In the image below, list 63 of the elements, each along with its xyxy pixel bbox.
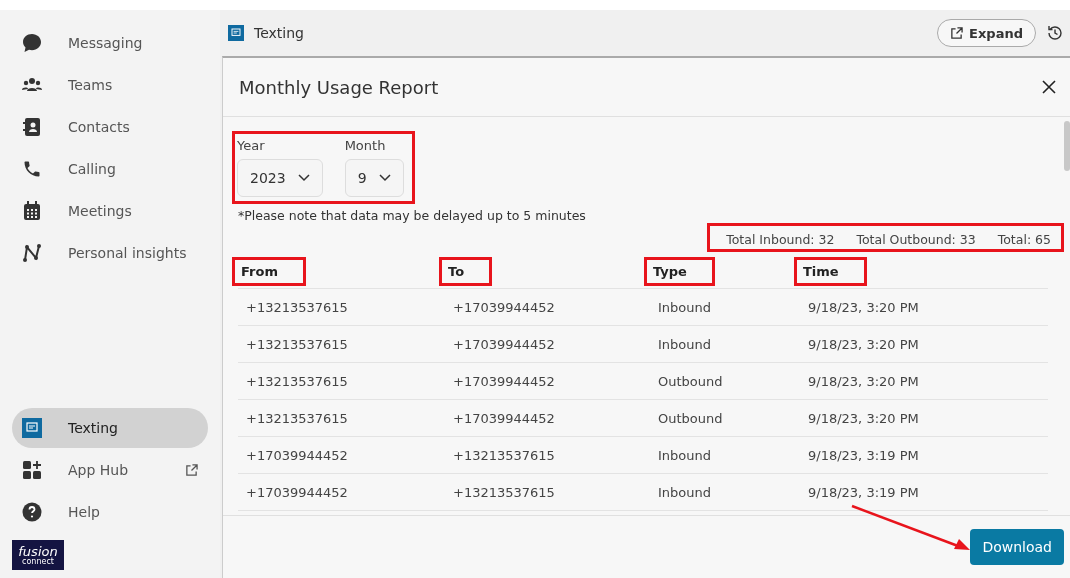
close-icon[interactable] [1042, 80, 1056, 94]
table-cell-text: +17039944452 [453, 410, 556, 426]
total-count: Total Outbound: 33 [856, 232, 976, 247]
page-title: Texting [254, 25, 305, 41]
table-cell-text: 9/18/23, 3:20 PM [808, 336, 920, 352]
history-icon[interactable] [1046, 24, 1064, 42]
table-cell-text: Inbound [658, 299, 712, 315]
column-header: Time [794, 256, 867, 286]
total-count: Total Inbound: 32 [726, 232, 835, 247]
table-cell-text: +13213537615 [246, 373, 349, 389]
node-graph-icon [20, 243, 44, 263]
column-header: Type [644, 256, 715, 286]
table-cell-text: +13213537615 [246, 299, 349, 315]
table-cell-text: 9/18/23, 3:20 PM [808, 410, 920, 426]
sidebar-item[interactable]: App Hub [12, 450, 208, 490]
sidebar-item[interactable]: Contacts [12, 106, 208, 148]
table-cell-text: +17039944452 [246, 447, 349, 463]
sidebar-item[interactable]: Help [12, 492, 208, 532]
table-cell-text: Outbound [658, 410, 724, 426]
sidebar-item[interactable]: Personal insights [12, 232, 208, 274]
sidebar-item[interactable]: Messaging [12, 22, 208, 64]
table-cell-text: Outbound [658, 373, 724, 389]
table-cell-text: 9/18/23, 3:20 PM [808, 299, 920, 315]
message-square-icon [228, 25, 244, 41]
table-cell-text: 9/18/23, 3:20 PM [808, 373, 920, 389]
table-cell-text: Inbound [658, 336, 712, 352]
download-button[interactable]: Download [970, 529, 1064, 565]
table-cell-text: 9/18/23, 3:19 PM [808, 447, 920, 463]
people-icon [20, 77, 44, 93]
dropdown-field[interactable]: 2023 [237, 159, 323, 197]
table-cell-text: +17039944452 [453, 373, 556, 389]
chevron-down-icon [378, 174, 391, 182]
dropdown-field[interactable]: 9 [344, 159, 404, 197]
field-label: Month [344, 138, 387, 153]
column-header: From [232, 256, 306, 286]
expand-button[interactable]: Expand [937, 19, 1036, 47]
table-cell-text: Inbound [658, 484, 712, 500]
external-link-icon [950, 26, 964, 40]
table-cell-text: +13213537615 [246, 410, 349, 426]
table-cell-text: Inbound [658, 447, 712, 463]
field-label: Year [237, 138, 266, 153]
table-cell-text: +13213537615 [453, 447, 556, 463]
company-logo: fusion connect [12, 540, 64, 570]
table-cell-text: +17039944452 [246, 484, 349, 500]
scrollbar-thumb[interactable] [1064, 121, 1070, 171]
column-header: To [439, 256, 493, 286]
chat-bubble-icon [20, 33, 44, 53]
total-count: Total: 65 [997, 232, 1051, 247]
sidebar-item[interactable]: Texting [12, 408, 208, 448]
message-square-icon [20, 418, 44, 438]
table-cell-text: +13213537615 [453, 484, 556, 500]
chevron-down-icon [297, 174, 310, 182]
dialog-title: Monthly Usage Report [239, 76, 439, 98]
sidebar-item[interactable]: Meetings [12, 190, 208, 232]
table-cell-text: +13213537615 [246, 336, 349, 352]
help-icon [20, 502, 44, 522]
table-cell-text: +17039944452 [453, 299, 556, 315]
apps-grid-icon [20, 460, 44, 480]
sidebar-item[interactable]: Teams [12, 64, 208, 106]
delay-note: *Please note that data may be delayed up to 5 minutes [238, 208, 587, 223]
table-cell-text: 9/18/23, 3:19 PM [808, 484, 920, 500]
table-cell-text: +17039944452 [453, 336, 556, 352]
sidebar-item[interactable]: Calling [12, 148, 208, 190]
